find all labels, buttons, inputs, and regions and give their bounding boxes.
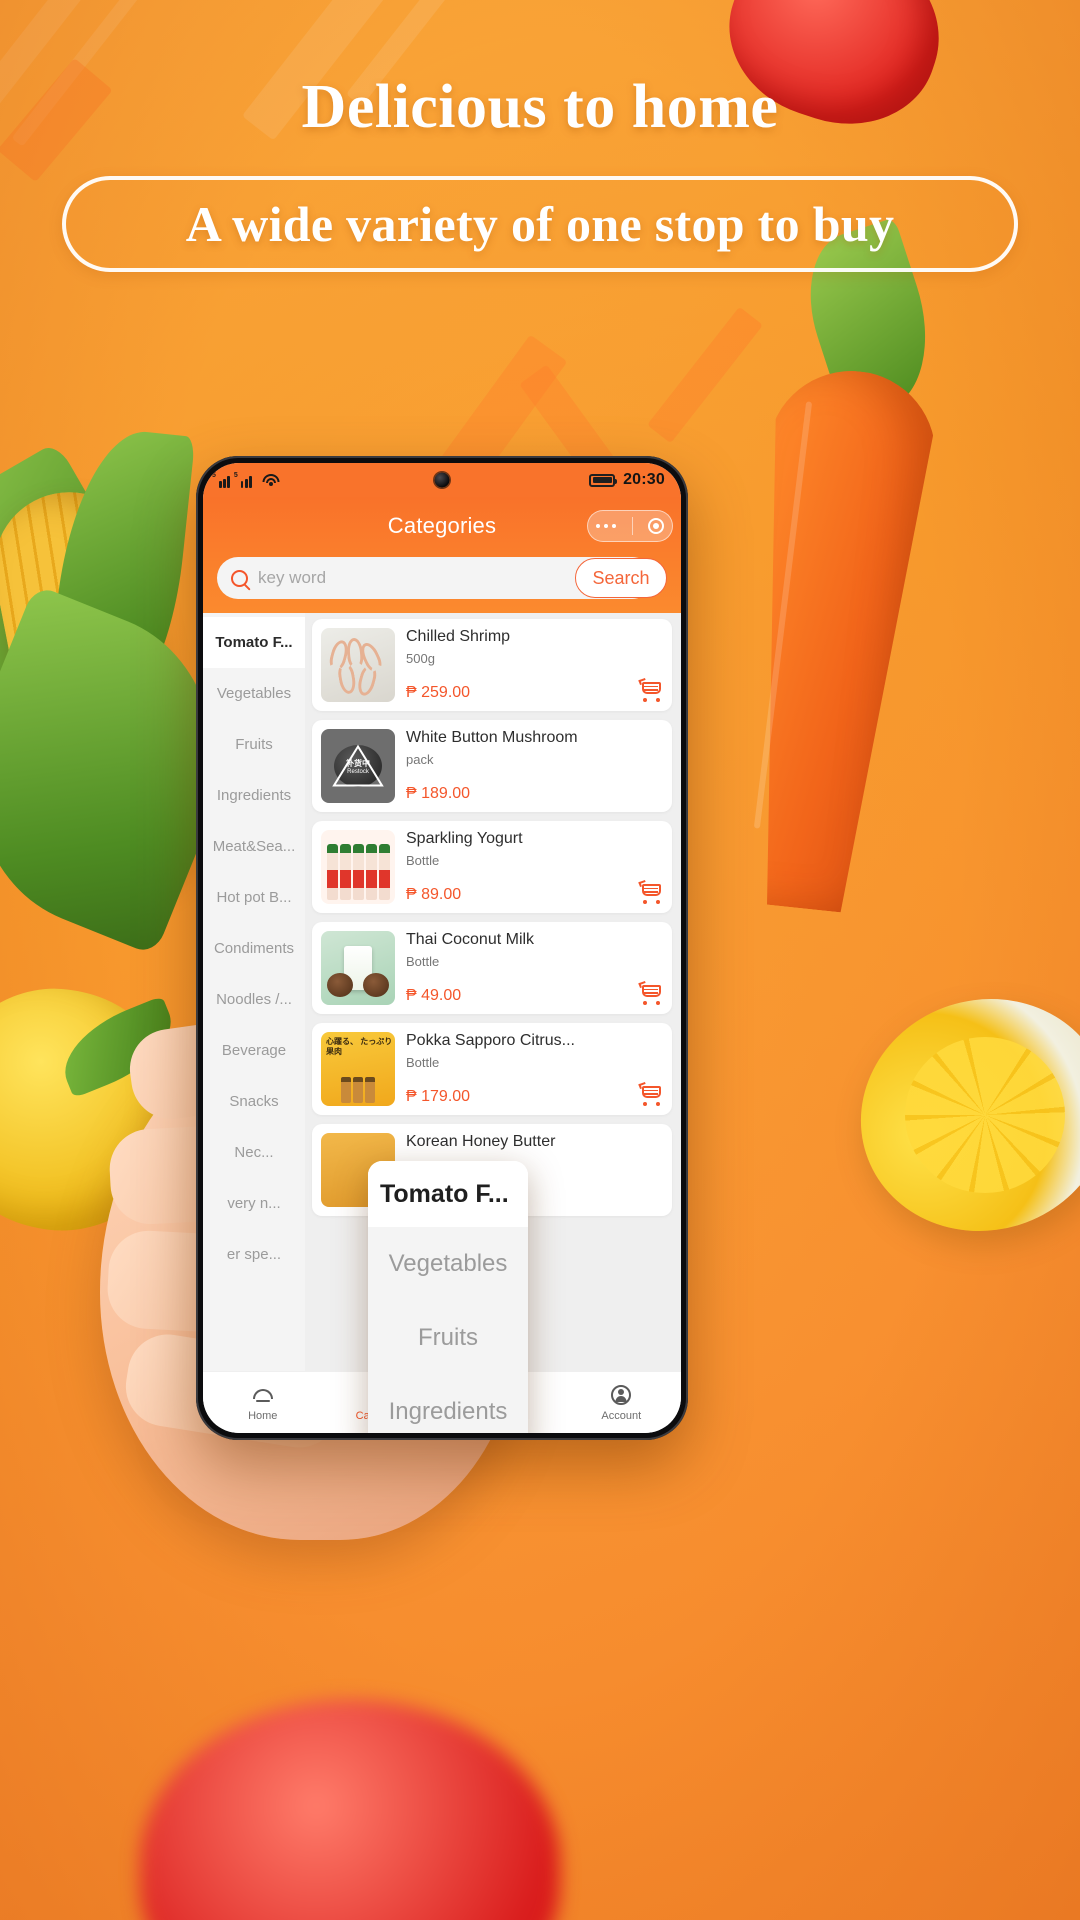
sidebar-item-ingredients[interactable]: Ingredients xyxy=(203,770,305,821)
product-price-row: ₱ 49.00 xyxy=(406,980,663,1005)
camera-punchhole xyxy=(434,472,450,488)
target-circle-icon[interactable] xyxy=(648,518,665,534)
product-name: Chilled Shrimp xyxy=(406,628,511,645)
sidebar-item-fruits[interactable]: Fruits xyxy=(203,719,305,770)
search-icon xyxy=(231,569,248,587)
signal-icon-1: 5 xyxy=(212,472,234,488)
product-price: ₱ 179.00 xyxy=(406,1088,471,1105)
pokka-citrus-thumbnail: 心躍る、 たっぷり果肉 xyxy=(321,1032,395,1106)
sidebar-item-delivery[interactable]: very n... xyxy=(203,1178,305,1229)
phone-mockup: 5 5 20:30 Categories key word Search Tom… xyxy=(196,456,688,1440)
product-price: ₱ 89.00 xyxy=(406,886,462,903)
product-spec: Bottle xyxy=(406,954,440,970)
tab-home[interactable]: Home xyxy=(203,1384,323,1422)
restock-label-en: Restock xyxy=(347,768,369,775)
coconut-milk-thumbnail xyxy=(321,931,395,1005)
more-dots-icon[interactable] xyxy=(595,523,617,529)
tab-account-label: Account xyxy=(601,1409,642,1422)
tab-account[interactable]: Account xyxy=(562,1384,682,1422)
product-spec: 500g xyxy=(406,651,435,667)
product-price: ₱ 189.00 xyxy=(406,785,471,802)
product-card[interactable]: 补货中 Restock White Button Mushroom pack ₱… xyxy=(312,720,672,812)
nav-bar: Categories xyxy=(203,503,681,549)
zoom-popup-item-vegetables[interactable]: Vegetables xyxy=(368,1227,528,1301)
zoom-popup-header[interactable]: Tomato F... xyxy=(368,1161,528,1227)
home-icon xyxy=(252,1384,274,1406)
product-spec: Bottle xyxy=(406,1055,440,1071)
product-name: Korean Honey Butter xyxy=(406,1133,556,1150)
product-info: Thai Coconut Milk Bottle ₱ 49.00 xyxy=(406,931,663,1005)
signal-generation-1: 5 xyxy=(212,471,216,479)
product-price-row: ₱ 189.00 xyxy=(406,785,663,803)
yogurt-bottles-thumbnail xyxy=(321,830,395,904)
add-to-cart-icon[interactable] xyxy=(638,1081,663,1106)
product-card[interactable]: Thai Coconut Milk Bottle ₱ 49.00 xyxy=(312,922,672,1014)
product-price-row: ₱ 259.00 xyxy=(406,677,663,702)
status-bar-right: 20:30 xyxy=(589,471,665,489)
search-row: key word Search xyxy=(203,549,681,613)
add-to-cart-icon[interactable] xyxy=(638,980,663,1005)
zoom-popup-item-ingredients[interactable]: Ingredients xyxy=(368,1375,528,1433)
capsule-divider xyxy=(631,517,633,535)
zoom-popup-item-fruits[interactable]: Fruits xyxy=(368,1301,528,1375)
product-price: ₱ 259.00 xyxy=(406,684,471,701)
search-placeholder: key word xyxy=(258,568,327,587)
product-card[interactable]: Sparkling Yogurt Bottle ₱ 89.00 xyxy=(312,821,672,913)
product-price-row: ₱ 179.00 xyxy=(406,1081,663,1106)
sidebar-item-hotpot[interactable]: Hot pot B... xyxy=(203,872,305,923)
wifi-icon xyxy=(262,473,280,487)
pokka-japanese-text: 心躍る、 たっぷり果肉 xyxy=(326,1037,393,1056)
poster-subtitle: A wide variety of one stop to buy xyxy=(185,196,895,252)
add-to-cart-icon[interactable] xyxy=(638,879,663,904)
status-bar-left: 5 5 xyxy=(212,472,280,488)
sidebar-item-necessities[interactable]: Nec... xyxy=(203,1127,305,1178)
product-info: Chilled Shrimp 500g ₱ 259.00 xyxy=(406,628,663,702)
product-price-row: ₱ 89.00 xyxy=(406,879,663,904)
product-card[interactable]: Chilled Shrimp 500g ₱ 259.00 xyxy=(312,619,672,711)
add-to-cart-icon[interactable] xyxy=(638,677,663,702)
status-bar: 5 5 20:30 xyxy=(203,463,681,497)
product-info: Sparkling Yogurt Bottle ₱ 89.00 xyxy=(406,830,663,904)
product-name: White Button Mushroom xyxy=(406,729,578,746)
signal-icon-2: 5 xyxy=(234,472,256,488)
product-spec: Bottle xyxy=(406,853,440,869)
tab-home-label: Home xyxy=(248,1409,278,1422)
search-button[interactable]: Search xyxy=(575,558,667,598)
product-card[interactable]: 心躍る、 たっぷり果肉 Pokka Sapporo Citrus... Bott… xyxy=(312,1023,672,1115)
product-info: Pokka Sapporo Citrus... Bottle ₱ 179.00 xyxy=(406,1032,663,1106)
phone-screen: 5 5 20:30 Categories key word Search Tom… xyxy=(203,463,681,1433)
sidebar-item-tomato[interactable]: Tomato F... xyxy=(203,617,305,668)
product-name: Pokka Sapporo Citrus... xyxy=(406,1032,575,1049)
app-header: Categories key word Search xyxy=(203,497,681,613)
miniprogram-capsule[interactable] xyxy=(587,510,673,542)
category-zoom-popup: Tomato F... Vegetables Fruits Ingredient… xyxy=(368,1161,528,1433)
sidebar-item-noodles[interactable]: Noodles /... xyxy=(203,974,305,1025)
status-bar-time: 20:30 xyxy=(623,471,665,488)
sidebar-item-special[interactable]: er spe... xyxy=(203,1229,305,1280)
mushroom-thumbnail: 补货中 Restock xyxy=(321,729,395,803)
sidebar-item-vegetables[interactable]: Vegetables xyxy=(203,668,305,719)
product-info: White Button Mushroom pack ₱ 189.00 xyxy=(406,729,663,803)
shrimp-thumbnail xyxy=(321,628,395,702)
product-spec: pack xyxy=(406,752,434,768)
product-price: ₱ 49.00 xyxy=(406,987,462,1004)
sidebar-item-condiments[interactable]: Condiments xyxy=(203,923,305,974)
category-sidebar[interactable]: Tomato F... Vegetables Fruits Ingredient… xyxy=(203,613,305,1371)
sidebar-item-beverage[interactable]: Beverage xyxy=(203,1025,305,1076)
sidebar-item-meat-seafood[interactable]: Meat&Sea... xyxy=(203,821,305,872)
sidebar-item-snacks[interactable]: Snacks xyxy=(203,1076,305,1127)
page-title: Delicious to home xyxy=(301,73,779,141)
battery-icon xyxy=(589,473,618,487)
poster-subtitle-pill: A wide variety of one stop to buy xyxy=(62,176,1018,272)
restock-badge: 补货中 Restock xyxy=(321,758,395,775)
product-name: Sparkling Yogurt xyxy=(406,830,523,847)
restock-label-cn: 补货中 xyxy=(346,758,370,768)
signal-generation-2: 5 xyxy=(233,471,238,479)
content-area: Tomato F... Vegetables Fruits Ingredient… xyxy=(203,613,681,1433)
product-name: Thai Coconut Milk xyxy=(406,931,535,948)
account-icon xyxy=(610,1384,632,1406)
nav-title: Categories xyxy=(387,513,497,538)
